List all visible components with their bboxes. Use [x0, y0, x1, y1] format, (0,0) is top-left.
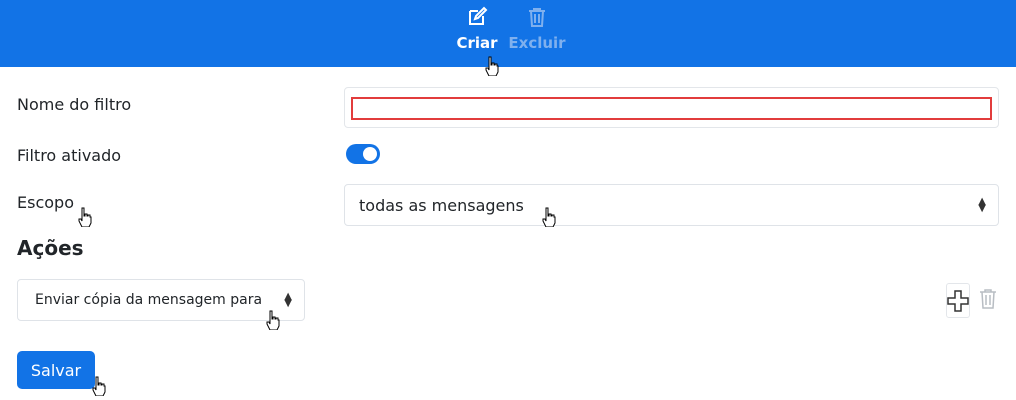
toolbar: Criar Excluir	[0, 0, 1016, 67]
filter-name-input[interactable]	[351, 97, 992, 120]
filter-name-field[interactable]	[344, 87, 999, 128]
hand-cursor-icon	[78, 207, 92, 227]
action-select-value: Enviar cópia da mensagem para	[35, 292, 263, 308]
delete-label: Excluir	[508, 34, 566, 52]
save-button[interactable]: Salvar	[17, 351, 95, 389]
toggle-knob	[363, 147, 377, 161]
trash-icon	[529, 8, 545, 27]
add-action-button[interactable]	[946, 283, 970, 318]
scope-select[interactable]: todas as mensagens ▲ ▼	[344, 184, 999, 226]
create-button[interactable]: Criar	[455, 0, 499, 67]
trash-icon	[980, 289, 996, 309]
create-label: Criar	[456, 34, 498, 52]
filter-enabled-label: Filtro ativado	[17, 146, 122, 165]
select-arrows-icon: ▲ ▼	[284, 291, 292, 309]
delete-action-button[interactable]	[977, 286, 999, 312]
scope-label: Escopo	[17, 193, 74, 212]
filter-enabled-toggle[interactable]	[346, 144, 380, 164]
filter-name-label: Nome do filtro	[17, 95, 132, 114]
plus-icon	[947, 289, 969, 312]
select-arrows-icon: ▲ ▼	[978, 196, 986, 214]
action-select[interactable]: Enviar cópia da mensagem para ▲ ▼	[17, 279, 305, 321]
actions-title: Ações	[17, 236, 84, 260]
edit-icon	[469, 6, 488, 25]
delete-button[interactable]: Excluir	[508, 0, 566, 67]
scope-select-value: todas as mensagens	[359, 195, 524, 215]
